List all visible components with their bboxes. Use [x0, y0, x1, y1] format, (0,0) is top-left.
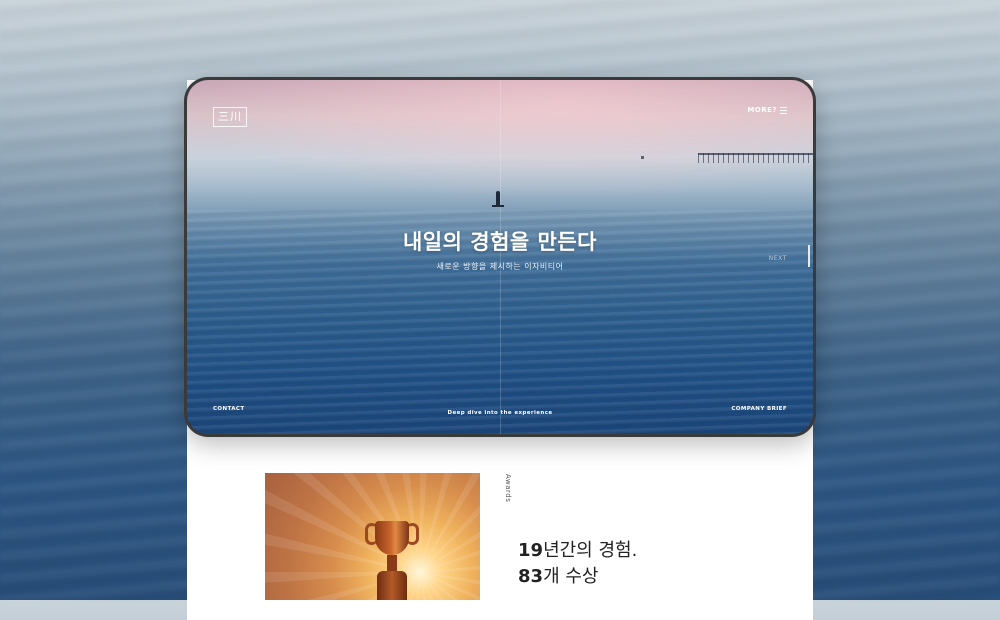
stat-years-number: 19 — [518, 540, 544, 561]
slide-indicator[interactable] — [808, 245, 810, 267]
company-brief-link[interactable]: COMPANY BRIEF — [731, 406, 787, 412]
hamburger-icon — [780, 106, 787, 114]
more-label: MORE? — [747, 106, 777, 114]
more-menu-button[interactable]: MORE? — [747, 106, 787, 114]
stat-awards-text: 개 수상 — [543, 566, 599, 587]
stat-awards-number: 83 — [518, 566, 544, 587]
trophy-base — [377, 571, 407, 600]
device-frame: 三川 MORE? 내일의 경험을 만든다 새로운 방향을 제시하는 이자비티어 … — [184, 77, 816, 437]
deep-dive-link[interactable]: Deep dive into the experience — [187, 410, 813, 416]
awards-section-label: Awards — [504, 474, 512, 503]
stat-years: 19년간의 경험. — [518, 536, 637, 562]
pier-silhouette — [698, 153, 813, 163]
boat-silhouette — [641, 156, 644, 159]
brand-logo[interactable]: 三川 — [213, 107, 247, 127]
trophy-stem — [387, 555, 397, 571]
next-slide-button[interactable]: NEXT — [769, 255, 787, 262]
hero-subline: 새로운 방향을 제시하는 이자비티어 — [436, 262, 564, 271]
paddleboarder-silhouette — [492, 191, 504, 207]
stat-awards: 83개 수상 — [518, 562, 598, 588]
stat-years-text: 년간의 경험. — [543, 540, 638, 561]
center-divider — [500, 80, 501, 434]
hero-headline: 내일의 경험을 만든다 — [402, 230, 597, 254]
hero-screen: 三川 MORE? 내일의 경험을 만든다 새로운 방향을 제시하는 이자비티어 … — [187, 80, 813, 434]
trophy-icon — [375, 521, 409, 555]
trophy-image — [265, 473, 480, 600]
